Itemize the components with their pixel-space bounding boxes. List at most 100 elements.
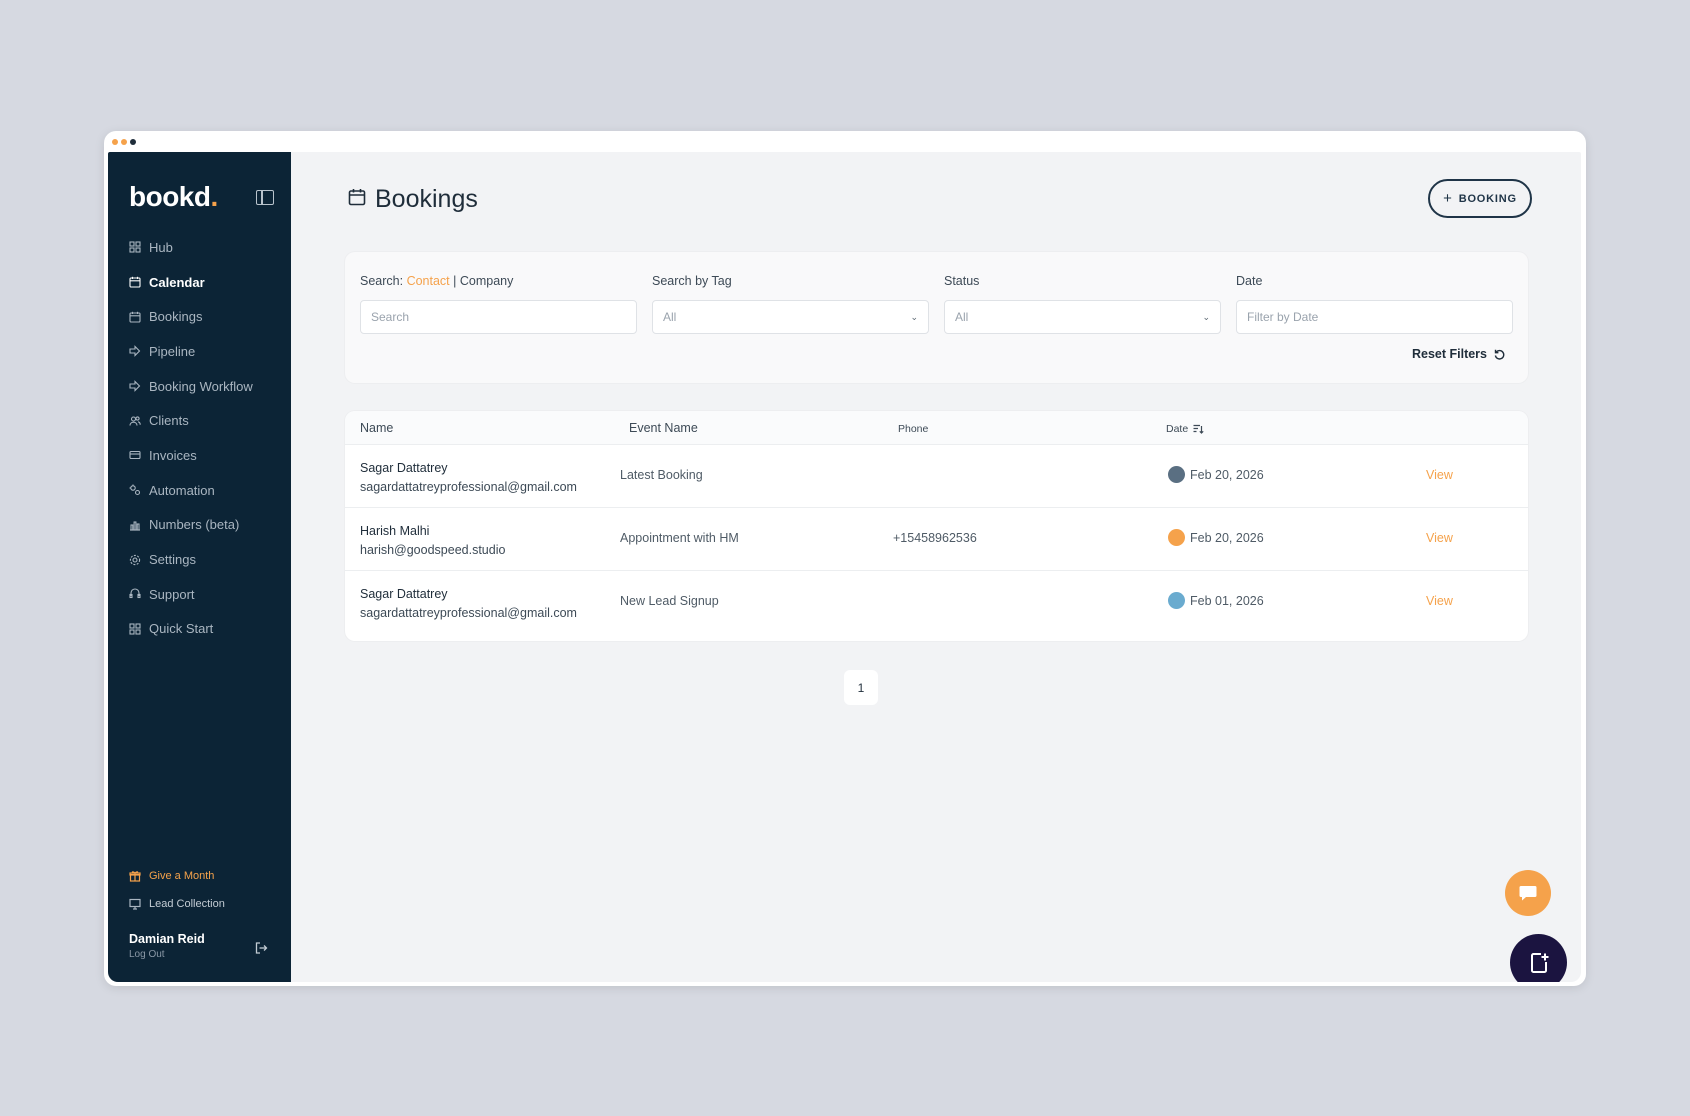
view-booking-link[interactable]: View — [1426, 594, 1453, 608]
window-dot — [112, 139, 118, 145]
search-company-toggle[interactable]: Company — [460, 274, 514, 288]
search-label-prefix: Search: — [360, 274, 404, 288]
sort-icon[interactable] — [1193, 424, 1204, 434]
sidebar-item-label: Bookings — [149, 309, 203, 325]
sidebar-nav: Hub Calendar Bookings Pipeline Booking Workf… — [108, 230, 291, 646]
table-body: Sagar Dattatrey sagardattatreyprofessiona… — [345, 445, 1528, 634]
search-filter: Search: Contact | Company Search — [360, 274, 637, 334]
logout-icon[interactable] — [254, 941, 268, 955]
sidebar-item-calendar[interactable]: Calendar — [108, 265, 291, 300]
status-dot — [1168, 529, 1185, 546]
sidebar-item-settings[interactable]: Settings — [108, 542, 291, 577]
gears-icon — [129, 484, 141, 496]
contact-name: Sagar Dattatrey — [360, 461, 448, 475]
date-filter-label: Date — [1236, 274, 1263, 288]
event-name: New Lead Signup — [620, 594, 719, 608]
status-select[interactable]: All ⌄ — [944, 300, 1221, 334]
chat-button[interactable] — [1505, 870, 1551, 916]
sidebar-collapse-icon[interactable] — [256, 190, 274, 205]
status-filter-label: Status — [944, 274, 980, 288]
tag-filter: Search by Tag All ⌄ — [652, 274, 929, 334]
refresh-icon — [1494, 349, 1505, 360]
event-name: Latest Booking — [620, 468, 703, 482]
sidebar-item-label: Hub — [149, 239, 173, 255]
chevron-down-icon: ⌄ — [1202, 311, 1210, 322]
contact-email: sagardattatreyprofessional@gmail.com — [360, 480, 577, 494]
column-header-phone[interactable]: Phone — [898, 423, 928, 435]
pagination-page-button[interactable]: 1 — [844, 670, 878, 705]
gear-icon — [129, 554, 141, 566]
booking-contact: Sagar Dattatrey sagardattatreyprofessiona… — [360, 585, 577, 623]
booking-date-text: Feb 20, 2026 — [1190, 467, 1264, 482]
sidebar-item-label: Support — [149, 586, 195, 602]
sidebar-item-label: Booking Workflow — [149, 378, 253, 394]
page-title: Bookings — [347, 185, 478, 214]
quick-add-button[interactable] — [1510, 934, 1567, 982]
window-dot — [130, 139, 136, 145]
calendar-icon — [347, 187, 367, 212]
contact-name: Harish Malhi — [360, 524, 430, 538]
sidebar-item-label: Pipeline — [149, 343, 196, 359]
date-placeholder: Filter by Date — [1247, 310, 1319, 324]
sidebar-item-invoices[interactable]: Invoices — [108, 438, 291, 473]
search-input[interactable]: Search — [360, 300, 637, 334]
pipeline-icon — [129, 345, 141, 358]
bar-chart-icon — [129, 519, 141, 531]
reset-filters-button[interactable]: Reset Filters — [1412, 347, 1506, 361]
document-add-icon — [1530, 952, 1548, 973]
status-dot — [1168, 466, 1185, 483]
sidebar-item-support[interactable]: Support — [108, 577, 291, 612]
logout-link[interactable]: Log Out — [129, 949, 205, 960]
user-name: Damian Reid — [129, 932, 205, 946]
page-title-text: Bookings — [375, 185, 478, 213]
view-booking-link[interactable]: View — [1426, 531, 1453, 545]
grid-icon — [129, 623, 141, 635]
give-a-month-link[interactable]: Give a Month — [108, 862, 291, 890]
sidebar-item-automation[interactable]: Automation — [108, 473, 291, 508]
monitor-icon — [129, 898, 141, 910]
window-dots — [112, 139, 136, 145]
column-header-name[interactable]: Name — [360, 421, 393, 435]
sidebar-item-numbers-beta[interactable]: Numbers (beta) — [108, 508, 291, 543]
search-placeholder: Search — [371, 310, 410, 324]
gift-icon — [129, 870, 141, 882]
contact-email: harish@goodspeed.studio — [360, 543, 506, 557]
status-select-value: All — [955, 310, 969, 324]
reset-filters-label: Reset Filters — [1411, 347, 1487, 361]
status-filter: Status All ⌄ — [944, 274, 1221, 334]
logo-dot: . — [210, 181, 219, 212]
table-header: Name Event Name Phone Date — [345, 411, 1528, 445]
search-contact-toggle[interactable]: Contact — [407, 274, 450, 288]
main-content: Bookings + BOOKING Search: Contact | Com… — [291, 152, 1581, 982]
sidebar-item-bookings[interactable]: Bookings — [108, 299, 291, 334]
add-booking-button[interactable]: + BOOKING — [1428, 179, 1532, 218]
date-input[interactable]: Filter by Date — [1236, 300, 1513, 334]
workflow-icon — [129, 380, 141, 392]
tag-select[interactable]: All ⌄ — [652, 300, 929, 334]
add-booking-label: BOOKING — [1458, 192, 1517, 205]
users-icon — [129, 415, 141, 427]
calendar-icon — [129, 276, 141, 288]
booking-contact: Sagar Dattatrey sagardattatreyprofessiona… — [360, 459, 577, 497]
view-booking-link[interactable]: View — [1426, 468, 1453, 482]
sidebar-item-label: Quick Start — [149, 621, 214, 637]
contact-name: Sagar Dattatrey — [360, 587, 448, 601]
booking-contact: Harish Malhi harish@goodspeed.studio — [360, 522, 505, 560]
lead-collection-link[interactable]: Lead Collection — [108, 890, 291, 918]
phone-number: +15458962536 — [893, 531, 977, 545]
sidebar-item-hub[interactable]: Hub — [108, 230, 291, 265]
search-filter-label: Search: Contact | Company — [360, 274, 637, 292]
sidebar-item-pipeline[interactable]: Pipeline — [108, 334, 291, 369]
sidebar-item-booking-workflow[interactable]: Booking Workflow — [108, 369, 291, 404]
bookings-table: Name Event Name Phone Date Sagar Dattatr… — [345, 411, 1528, 641]
column-header-event[interactable]: Event Name — [629, 421, 698, 435]
calendar-icon — [129, 311, 141, 323]
sidebar-item-quick-start[interactable]: Quick Start — [108, 612, 291, 647]
column-header-date[interactable]: Date — [1166, 423, 1204, 435]
table-row: Sagar Dattatrey sagardattatreyprofessiona… — [345, 445, 1528, 508]
chat-icon — [1519, 886, 1537, 901]
sidebar-item-clients[interactable]: Clients — [108, 403, 291, 438]
logo[interactable]: bookd. — [129, 181, 218, 213]
booking-date: Feb 20, 2026 — [1168, 529, 1264, 546]
sidebar-item-label: Automation — [149, 482, 215, 498]
